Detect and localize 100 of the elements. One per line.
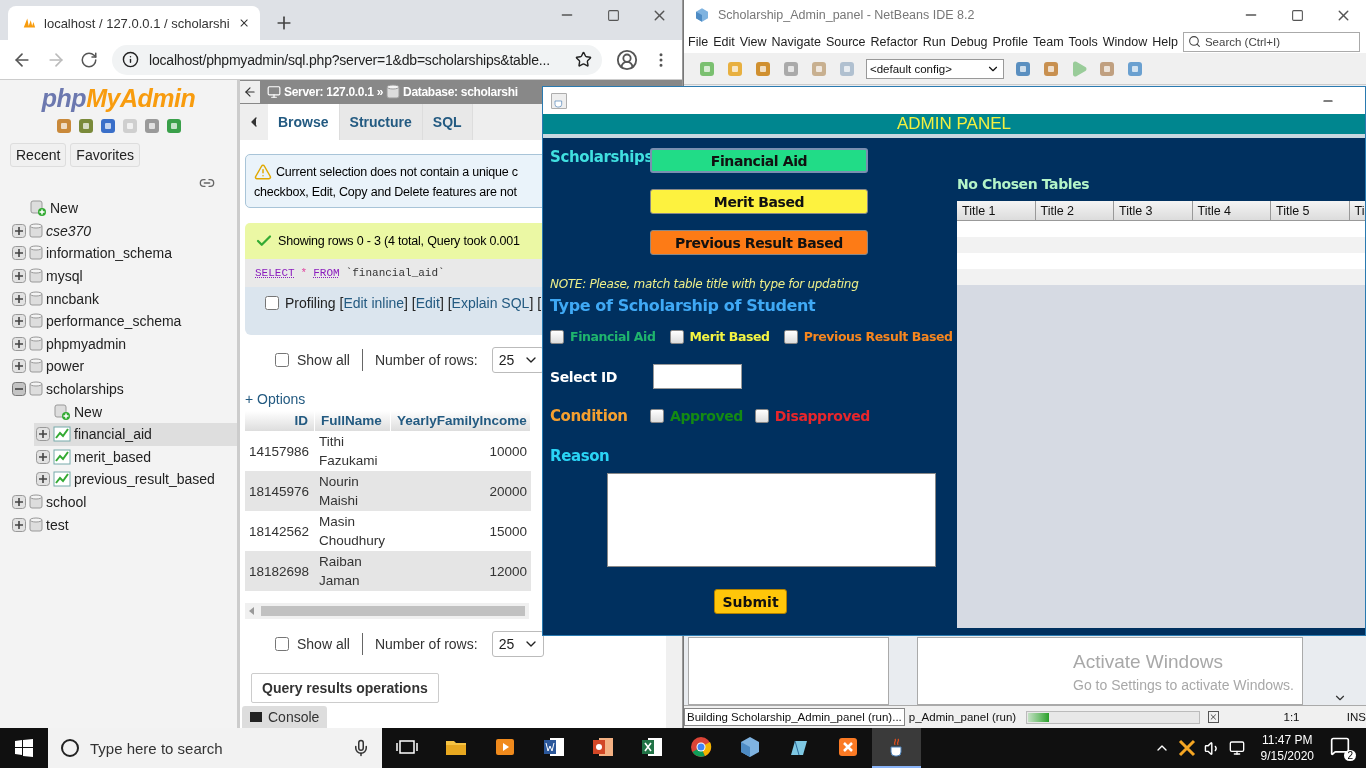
submit-button[interactable]: Submit bbox=[714, 589, 787, 614]
link[interactable]: Explain SQL bbox=[451, 295, 530, 311]
tree-item[interactable]: scholarships bbox=[10, 377, 237, 401]
rows-select[interactable]: 25 bbox=[491, 631, 544, 657]
taskbar-app[interactable] bbox=[872, 728, 921, 768]
tree-item[interactable]: performance_schema bbox=[10, 309, 237, 333]
menu-item[interactable]: Source bbox=[825, 34, 866, 49]
expand-icon[interactable] bbox=[12, 269, 26, 284]
reason-field[interactable] bbox=[607, 473, 936, 567]
checkbox[interactable] bbox=[265, 296, 279, 310]
breadcrumb-link[interactable]: Server: 127.0.0.1 » bbox=[284, 85, 384, 99]
spreadsheet-app-icon[interactable] bbox=[639, 735, 664, 759]
expand-icon[interactable] bbox=[12, 291, 26, 306]
column-header[interactable]: FullName bbox=[315, 411, 391, 431]
tree-item[interactable]: test bbox=[10, 513, 237, 536]
tree-item[interactable]: financial_aid bbox=[34, 422, 237, 446]
checkbox[interactable] bbox=[550, 329, 564, 344]
tab[interactable]: SQL bbox=[422, 104, 473, 140]
tree-item[interactable]: mysql bbox=[10, 264, 237, 288]
breadcrumb-link[interactable]: Database: scholarshi bbox=[403, 85, 518, 99]
scholarship-button[interactable]: Previous Result Based bbox=[650, 230, 868, 255]
scholarship-button[interactable]: Financial Aid bbox=[650, 148, 868, 173]
start-icon[interactable] bbox=[15, 739, 33, 757]
menu-item[interactable]: Help bbox=[1152, 34, 1178, 49]
exit-icon[interactable] bbox=[76, 117, 95, 135]
menu-item[interactable]: Window bbox=[1102, 34, 1148, 49]
network-warning-icon[interactable] bbox=[1177, 739, 1196, 757]
checkbox[interactable] bbox=[783, 329, 798, 344]
expand-icon[interactable] bbox=[12, 246, 26, 261]
tree-item[interactable]: New bbox=[10, 197, 237, 220]
settings-icon[interactable] bbox=[142, 117, 161, 135]
browser-icon[interactable] bbox=[688, 735, 713, 759]
menu-item[interactable]: Edit bbox=[713, 34, 735, 49]
tab[interactable]: Structure bbox=[339, 104, 423, 140]
home-icon[interactable] bbox=[54, 117, 73, 135]
browser-tab[interactable]: localhost / 127.0.0.1 / scholarshi bbox=[8, 6, 260, 40]
expand-icon[interactable] bbox=[12, 336, 26, 351]
menu-item[interactable]: Debug bbox=[950, 34, 988, 49]
clock[interactable]: 11:47 PM 9/15/2020 bbox=[1260, 732, 1314, 764]
checkbox[interactable] bbox=[669, 329, 684, 344]
tab[interactable]: Browse bbox=[268, 104, 340, 140]
checkbox[interactable] bbox=[650, 409, 664, 423]
menu-item[interactable]: View bbox=[739, 34, 767, 49]
menu-item[interactable]: Team bbox=[1033, 34, 1064, 49]
expand-icon[interactable] bbox=[36, 427, 50, 442]
column-header[interactable]: Title 4 bbox=[1192, 201, 1271, 221]
document-app-icon[interactable] bbox=[541, 735, 566, 759]
column-header[interactable]: Title 1 bbox=[957, 201, 1036, 221]
column-header[interactable]: YearlyFamilyIncome bbox=[391, 411, 531, 431]
horizontal-scrollbar[interactable] bbox=[245, 603, 529, 619]
tree-item[interactable]: cse370 bbox=[10, 219, 237, 243]
expand-icon[interactable] bbox=[36, 472, 50, 487]
id-field[interactable] bbox=[653, 364, 742, 389]
checkbox[interactable] bbox=[275, 637, 289, 651]
network-icon[interactable] bbox=[1228, 740, 1245, 756]
menu-item[interactable]: Profile bbox=[992, 34, 1028, 49]
slides-app-icon[interactable] bbox=[590, 735, 615, 759]
tree-item[interactable]: school bbox=[10, 490, 237, 514]
menu-item[interactable]: Navigate bbox=[771, 34, 821, 49]
scholarship-button[interactable]: Merit Based bbox=[650, 189, 868, 214]
tree-item[interactable]: previous_result_based bbox=[34, 468, 237, 491]
profile-icon[interactable] bbox=[616, 48, 638, 71]
bookmark-star-icon[interactable] bbox=[575, 51, 592, 68]
expand-icon[interactable] bbox=[12, 314, 26, 329]
expand-icon[interactable] bbox=[12, 517, 26, 532]
cancel-icon[interactable] bbox=[1208, 711, 1219, 723]
microphone-icon[interactable] bbox=[352, 739, 370, 757]
menu-item[interactable]: Run bbox=[922, 34, 946, 49]
maximize-icon[interactable] bbox=[1290, 8, 1304, 22]
taskbar-search[interactable]: Type here to search bbox=[48, 728, 382, 768]
sidebar-button[interactable]: Recent bbox=[10, 143, 67, 167]
tree-item[interactable]: merit_based bbox=[34, 445, 237, 469]
checkbox[interactable] bbox=[275, 353, 289, 367]
console-tab[interactable]: Console bbox=[242, 706, 328, 728]
collapse-arrow-icon[interactable] bbox=[243, 85, 257, 99]
build-icon[interactable] bbox=[1014, 59, 1032, 78]
checkbox[interactable] bbox=[754, 409, 769, 423]
tree-item[interactable]: nncbank bbox=[10, 287, 237, 310]
menu-item[interactable]: Refactor bbox=[870, 34, 918, 49]
column-header[interactable]: Title 5 bbox=[1271, 201, 1350, 221]
maximize-icon[interactable] bbox=[606, 8, 620, 22]
expand-icon[interactable] bbox=[12, 223, 26, 238]
column-header[interactable]: Title 3 bbox=[1114, 201, 1193, 221]
collapse-icon[interactable] bbox=[12, 382, 26, 397]
tree-item[interactable]: New bbox=[34, 400, 237, 423]
address-bar[interactable]: localhost/phpmyadmin/sql.php?server=1&db=scholarships&table... bbox=[112, 44, 602, 75]
reload-icon[interactable] bbox=[80, 50, 98, 69]
sidebar-button[interactable]: Favorites bbox=[70, 143, 140, 167]
expand-icon[interactable] bbox=[36, 449, 50, 464]
menu-item[interactable]: File bbox=[688, 34, 709, 49]
menu-item[interactable]: Tools bbox=[1068, 34, 1098, 49]
tree-item[interactable]: power bbox=[10, 355, 237, 378]
tree-item[interactable]: information_schema bbox=[10, 242, 237, 265]
column-header[interactable]: ID bbox=[245, 411, 315, 431]
info-icon[interactable] bbox=[122, 51, 139, 68]
config-select[interactable]: <default config> bbox=[866, 58, 1004, 79]
options-link[interactable]: + Options bbox=[245, 391, 306, 407]
column-header[interactable]: Title 2 bbox=[1035, 201, 1114, 221]
link[interactable]: Edit bbox=[415, 295, 440, 311]
expand-icon[interactable] bbox=[12, 495, 26, 509]
